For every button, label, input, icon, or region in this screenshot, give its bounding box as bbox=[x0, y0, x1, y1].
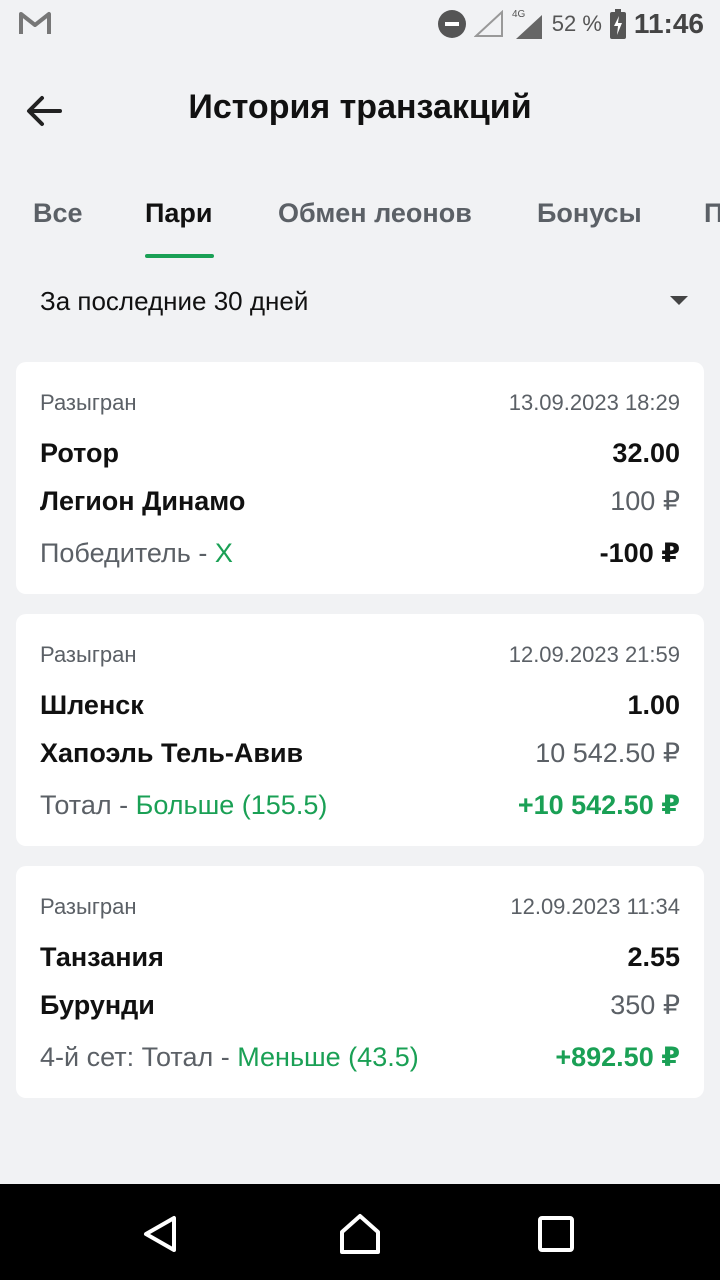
home-icon bbox=[340, 1214, 380, 1254]
bet-status: Разыгран bbox=[40, 390, 137, 415]
nav-back-button[interactable] bbox=[138, 1212, 182, 1256]
dropdown-caret-icon bbox=[670, 296, 688, 305]
wifi-off-icon bbox=[473, 10, 503, 37]
team-away: Хапоэль Тель-Авив bbox=[40, 738, 304, 768]
status-icons: 4G 52 % 11:46 bbox=[437, 6, 704, 42]
back-triangle-icon bbox=[144, 1216, 176, 1252]
tab-bar: Все Пари Обмен леонов Бонусы П bbox=[0, 172, 720, 260]
team-home: Ротор bbox=[40, 438, 120, 468]
do-not-disturb-icon bbox=[437, 10, 466, 38]
period-filter-dropdown[interactable]: За последние 30 дней bbox=[0, 262, 720, 342]
bet-pick: Меньше (43.5) bbox=[237, 1042, 419, 1072]
bet-stake: 100 ₽ bbox=[610, 486, 680, 516]
bet-result: -100 ₽ bbox=[599, 538, 680, 568]
bet-datetime: 12.09.2023 11:34 bbox=[510, 894, 680, 919]
bet-stake: 10 542.50 ₽ bbox=[535, 738, 680, 768]
battery-charging-icon bbox=[609, 9, 626, 39]
bet-market: 4-й сет: Тотал - bbox=[40, 1042, 238, 1072]
bet-pick: Больше (155.5) bbox=[135, 790, 328, 820]
bet-status: Разыгран bbox=[40, 642, 137, 667]
gmail-icon bbox=[19, 12, 51, 34]
signal-icon: 4G bbox=[512, 9, 542, 39]
bet-datetime: 12.09.2023 21:59 bbox=[508, 642, 680, 667]
bet-stake: 350 ₽ bbox=[610, 990, 680, 1020]
bet-card[interactable]: Разыгран 12.09.2023 11:34 Танзания 2.55 … bbox=[16, 866, 704, 1098]
status-bar: 4G 52 % 11:46 bbox=[0, 0, 720, 48]
nav-home-button[interactable] bbox=[338, 1212, 382, 1256]
bet-pick: Х bbox=[214, 538, 233, 568]
bet-market: Победитель - bbox=[40, 538, 215, 568]
bet-card[interactable]: Разыгран 13.09.2023 18:29 Ротор 32.00 Ле… bbox=[16, 362, 704, 594]
tab-more[interactable]: П bbox=[704, 198, 720, 229]
tab-all[interactable]: Все bbox=[33, 198, 83, 229]
bet-odds: 1.00 bbox=[627, 690, 680, 720]
team-home: Танзания bbox=[40, 942, 164, 972]
clock: 11:46 bbox=[633, 8, 704, 39]
bet-odds: 2.55 bbox=[627, 942, 680, 972]
bet-card[interactable]: Разыгран 12.09.2023 21:59 Шленск 1.00 Ха… bbox=[16, 614, 704, 846]
bet-status: Разыгран bbox=[40, 894, 137, 919]
system-nav-bar bbox=[0, 1184, 720, 1280]
tab-bets[interactable]: Пари bbox=[145, 198, 213, 229]
svg-text:4G: 4G bbox=[512, 9, 526, 20]
bet-result: +10 542.50 ₽ bbox=[517, 790, 680, 820]
bet-odds: 32.00 bbox=[612, 438, 680, 468]
bet-result: +892.50 ₽ bbox=[555, 1042, 680, 1072]
bet-market: Тотал - bbox=[40, 790, 136, 820]
active-tab-indicator bbox=[145, 254, 214, 258]
app-header: История транзакций bbox=[0, 48, 720, 172]
team-away: Бурунди bbox=[40, 990, 155, 1020]
recents-square-icon bbox=[538, 1216, 574, 1252]
period-label: За последние 30 дней bbox=[40, 286, 309, 316]
bet-datetime: 13.09.2023 18:29 bbox=[508, 390, 680, 415]
nav-recents-button[interactable] bbox=[534, 1212, 578, 1256]
tab-bonuses[interactable]: Бонусы bbox=[537, 198, 642, 229]
page-title: История транзакций bbox=[188, 88, 532, 126]
battery-percent: 52 % bbox=[551, 11, 602, 36]
tab-leon-exchange[interactable]: Обмен леонов bbox=[278, 198, 472, 229]
team-away: Легион Динамо bbox=[40, 486, 246, 516]
team-home: Шленск bbox=[40, 690, 144, 720]
